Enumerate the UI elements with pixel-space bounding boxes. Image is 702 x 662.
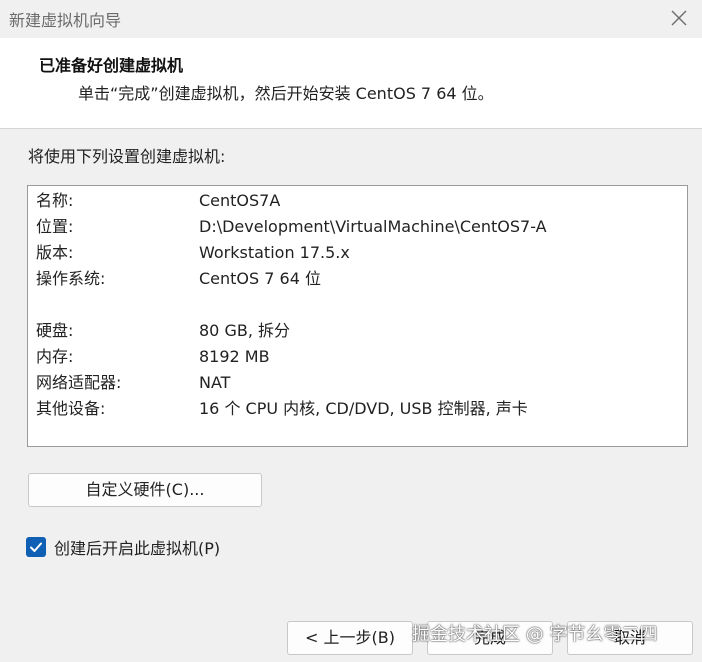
wizard-header: 已准备好创建虚拟机 单击“完成”创建虚拟机，然后开始安装 CentOS 7 64… <box>0 38 702 128</box>
close-button[interactable] <box>656 0 702 36</box>
summary-value: D:\Development\VirtualMachine\CentOS7-A <box>199 217 547 236</box>
power-on-checkbox[interactable] <box>26 537 46 557</box>
summary-key: 版本: <box>36 243 74 262</box>
intro-text: 将使用下列设置创建虚拟机: <box>28 147 226 166</box>
close-icon <box>671 10 687 26</box>
power-on-option[interactable]: 创建后开启此虚拟机(P) <box>26 535 220 559</box>
cancel-button[interactable]: 取消 <box>567 621 693 655</box>
summary-key: 操作系统: <box>36 269 106 288</box>
summary-key: 网络适配器: <box>36 373 122 392</box>
summary-key: 硬盘: <box>36 321 74 340</box>
window-title: 新建虚拟机向导 <box>9 11 122 30</box>
summary-key: 内存: <box>36 347 74 366</box>
settings-summary[interactable]: 名称: CentOS7A 位置: D:\Development\VirtualM… <box>27 185 688 447</box>
summary-value: CentOS 7 64 位 <box>199 269 321 288</box>
summary-value: Workstation 17.5.x <box>199 243 350 262</box>
summary-key: 名称: <box>36 191 74 210</box>
summary-value: 16 个 CPU 内核, CD/DVD, USB 控制器, 声卡 <box>199 399 528 418</box>
summary-value: CentOS7A <box>199 191 281 210</box>
finish-button[interactable]: 完成 <box>427 621 553 655</box>
title-bar: 新建虚拟机向导 <box>0 0 702 36</box>
header-subtitle: 单击“完成”创建虚拟机，然后开始安装 CentOS 7 64 位。 <box>78 84 494 103</box>
checkmark-icon <box>30 542 42 552</box>
summary-value: 80 GB, 拆分 <box>199 321 290 340</box>
header-title: 已准备好创建虚拟机 <box>39 56 184 75</box>
summary-key: 其他设备: <box>36 399 106 418</box>
summary-key: 位置: <box>36 217 74 236</box>
power-on-label: 创建后开启此虚拟机(P) <box>54 539 221 558</box>
summary-value: NAT <box>199 373 231 392</box>
customize-hardware-button[interactable]: 自定义硬件(C)... <box>28 473 262 507</box>
header-divider <box>0 128 702 129</box>
summary-value: 8192 MB <box>199 347 270 366</box>
back-button[interactable]: < 上一步(B) <box>287 621 413 655</box>
